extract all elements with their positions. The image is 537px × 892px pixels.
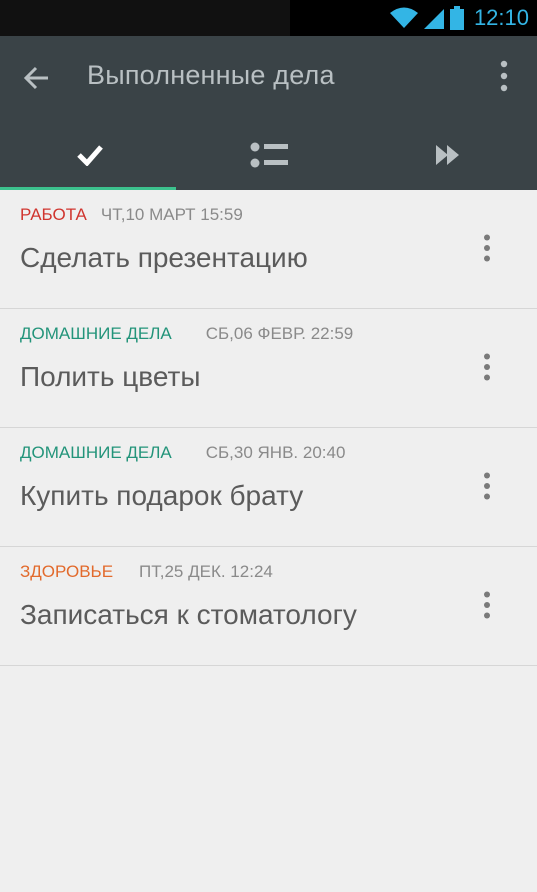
overflow-menu-icon (484, 234, 490, 262)
task-category: РАБОТА (20, 205, 87, 224)
list-item[interactable]: ДОМАШНИЕ ДЕЛА СБ,06 ФЕВР. 22:59 Полить цв… (0, 309, 537, 428)
status-bar-background (0, 0, 290, 36)
list-item[interactable]: ЗДОРОВЬЕ ПТ,25 ДЕК. 12:24 Записаться к ст… (0, 547, 537, 666)
task-meta: ЗДОРОВЬЕ ПТ,25 ДЕК. 12:24 (20, 562, 273, 582)
arrow-back-icon[interactable] (22, 63, 52, 93)
status-clock: 12:10 (473, 5, 529, 30)
battery-icon (449, 6, 464, 30)
task-meta: ДОМАШНИЕ ДЕЛА СБ,06 ФЕВР. 22:59 (20, 324, 353, 344)
overflow-menu-icon (484, 591, 490, 619)
overflow-menu-icon (484, 472, 490, 500)
signal-icon (423, 9, 444, 29)
tab-upcoming[interactable] (358, 120, 537, 190)
task-date: СБ,06 ФЕВР. 22:59 (205, 324, 354, 343)
list-icon (250, 142, 288, 168)
tab-bar (0, 120, 537, 190)
item-overflow-button[interactable] (477, 353, 497, 383)
wifi-icon (389, 7, 418, 28)
overflow-menu-icon[interactable] (499, 60, 509, 92)
action-bar: Выполненные дела (0, 36, 537, 120)
task-category: ЗДОРОВЬЕ (20, 562, 114, 581)
task-meta: РАБОТА ЧТ,10 МАРТ 15:59 (20, 205, 243, 225)
item-overflow-button[interactable] (477, 472, 497, 502)
item-overflow-button[interactable] (477, 234, 497, 264)
task-category: ДОМАШНИЕ ДЕЛА (20, 324, 172, 343)
task-category: ДОМАШНИЕ ДЕЛА (20, 443, 172, 462)
task-title: Сделать презентацию (20, 242, 308, 273)
task-title: Купить подарок брату (20, 480, 304, 511)
status-bar: 12:10 (0, 0, 537, 36)
overflow-menu-icon (484, 353, 490, 381)
page-title: Выполненные дела (87, 60, 335, 90)
task-title: Полить цветы (20, 361, 201, 392)
task-list: РАБОТА ЧТ,10 МАРТ 15:59 Сделать презентац… (0, 190, 537, 666)
task-meta: ДОМАШНИЕ ДЕЛА СБ,30 ЯНВ. 20:40 (20, 443, 345, 463)
item-overflow-button[interactable] (477, 591, 497, 621)
fast-forward-icon (435, 145, 459, 165)
tab-completed[interactable] (0, 120, 179, 190)
check-icon (76, 145, 103, 166)
tab-list[interactable] (179, 120, 358, 190)
task-date: ПТ,25 ДЕК. 12:24 (139, 562, 273, 581)
task-date: ЧТ,10 МАРТ 15:59 (100, 205, 243, 224)
list-item[interactable]: РАБОТА ЧТ,10 МАРТ 15:59 Сделать презентац… (0, 190, 537, 309)
task-title: Записаться к стоматологу (20, 599, 357, 630)
list-item[interactable]: ДОМАШНИЕ ДЕЛА СБ,30 ЯНВ. 20:40 Купить под… (0, 428, 537, 547)
status-icons: 12:10 (389, 0, 529, 36)
task-date: СБ,30 ЯНВ. 20:40 (205, 443, 346, 462)
